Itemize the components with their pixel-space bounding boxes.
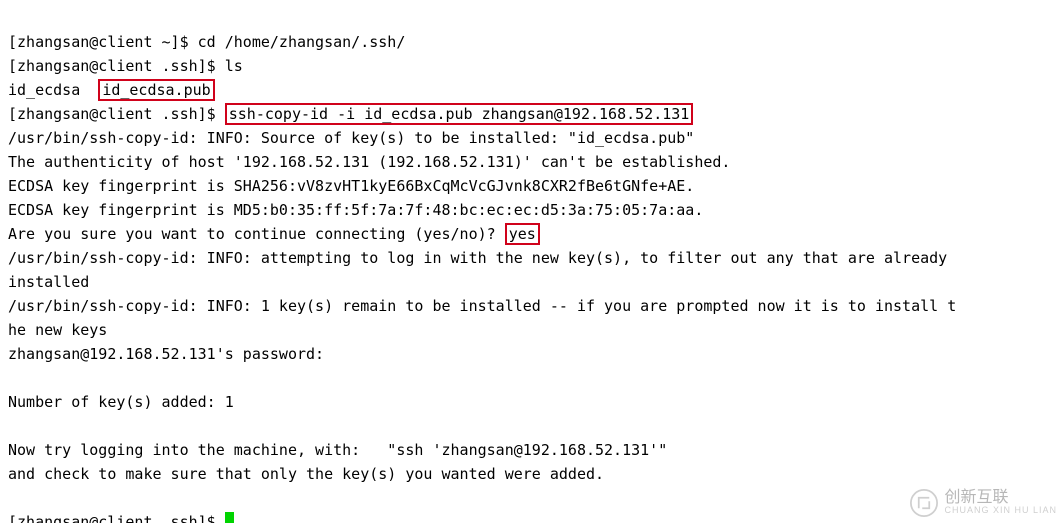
output-line: ECDSA key fingerprint is SHA256:vV8zvHT1… <box>8 177 694 195</box>
output-line: Now try logging into the machine, with: … <box>8 441 667 459</box>
prompt-line: [zhangsan@client ~]$ cd /home/zhangsan/.… <box>8 33 405 51</box>
output-line: installed <box>8 273 89 291</box>
cursor-icon <box>225 512 234 523</box>
password-prompt-line: zhangsan@192.168.52.131's password: <box>8 345 324 363</box>
watermark-brand: 创新互联 <box>944 491 1057 505</box>
prompt-line: [zhangsan@client .ssh]$ <box>8 513 234 523</box>
output-line: and check to make sure that only the key… <box>8 465 604 483</box>
watermark-text: 创新互联 CHUANG XIN HU LIAN <box>944 491 1057 515</box>
prompt-line: [zhangsan@client .ssh]$ ls <box>8 57 243 75</box>
output-line: ECDSA key fingerprint is MD5:b0:35:ff:5f… <box>8 201 703 219</box>
prompt: [zhangsan@client .ssh]$ <box>8 513 225 523</box>
output-line: The authenticity of host '192.168.52.131… <box>8 153 730 171</box>
prompt-line: [zhangsan@client .ssh]$ ssh-copy-id -i i… <box>8 103 693 125</box>
ssh-copy-id-command-highlight: ssh-copy-id -i id_ecdsa.pub zhangsan@192… <box>225 103 694 125</box>
watermark: 创新互联 CHUANG XIN HU LIAN <box>910 489 1057 517</box>
output-line: he new keys <box>8 321 107 339</box>
output-line: /usr/bin/ssh-copy-id: INFO: Source of ke… <box>8 129 694 147</box>
terminal[interactable]: [zhangsan@client ~]$ cd /home/zhangsan/.… <box>0 0 1063 523</box>
confirm-question: Are you sure you want to continue connec… <box>8 225 505 243</box>
file-private-key: id_ecdsa <box>8 81 98 99</box>
watermark-logo-icon <box>910 489 938 517</box>
cmd: ls <box>225 57 243 75</box>
ls-output-line: id_ecdsa id_ecdsa.pub <box>8 79 215 101</box>
file-public-key-highlight: id_ecdsa.pub <box>98 79 214 101</box>
output-line: Number of key(s) added: 1 <box>8 393 234 411</box>
confirm-line: Are you sure you want to continue connec… <box>8 223 540 245</box>
cmd: cd /home/zhangsan/.ssh/ <box>198 33 406 51</box>
confirm-answer-highlight: yes <box>505 223 540 245</box>
prompt: [zhangsan@client ~]$ <box>8 33 198 51</box>
prompt: [zhangsan@client .ssh]$ <box>8 57 225 75</box>
output-line: /usr/bin/ssh-copy-id: INFO: attempting t… <box>8 249 947 267</box>
prompt: [zhangsan@client .ssh]$ <box>8 105 225 123</box>
output-line: /usr/bin/ssh-copy-id: INFO: 1 key(s) rem… <box>8 297 956 315</box>
watermark-sub: CHUANG XIN HU LIAN <box>944 505 1057 515</box>
